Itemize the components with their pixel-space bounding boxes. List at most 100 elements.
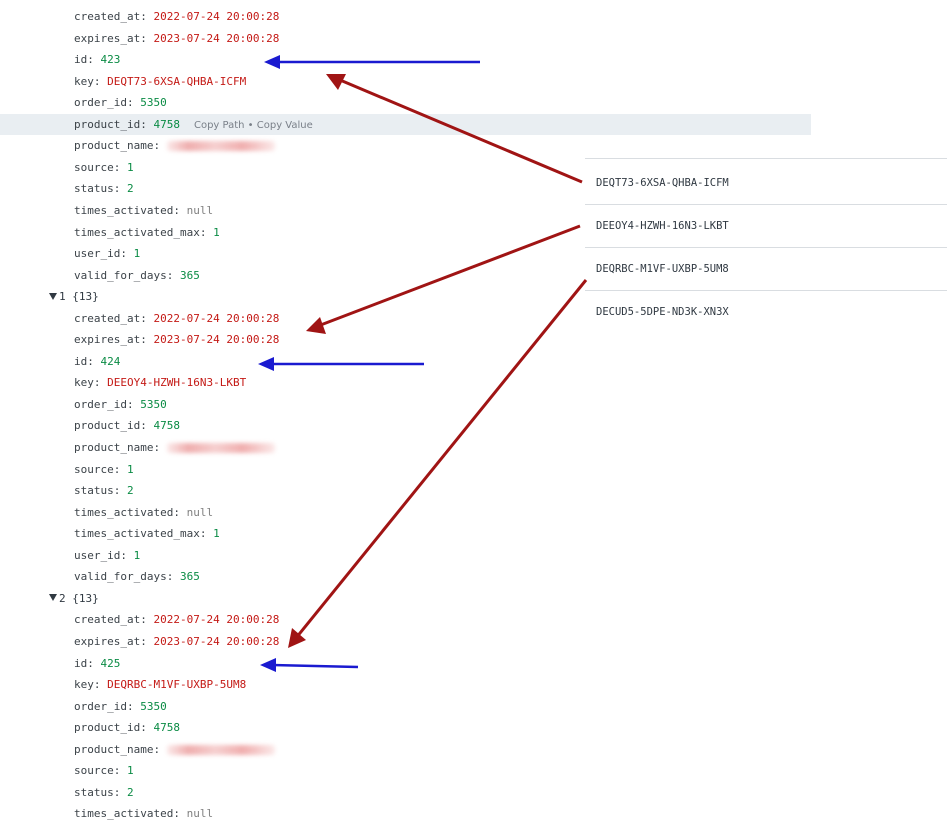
property-value[interactable]: 423 — [101, 53, 121, 66]
property-key: key — [74, 376, 94, 390]
json-property-row[interactable]: source: 1 — [0, 760, 811, 782]
key-separator: : — [140, 613, 154, 627]
json-property-row[interactable]: status: 2 — [0, 480, 811, 502]
array-index: 2 — [59, 591, 66, 605]
property-value[interactable]: null — [187, 506, 214, 519]
property-value[interactable]: 5350 — [140, 96, 167, 109]
key-separator: : — [173, 807, 187, 821]
redacted-value — [166, 141, 275, 152]
json-property-row[interactable]: times_activated: null — [0, 502, 811, 524]
json-property-row[interactable]: source: 1 — [0, 459, 811, 481]
property-value[interactable]: 2 — [127, 484, 134, 497]
property-key: times_activated — [74, 505, 174, 519]
property-value[interactable]: 4758 — [153, 721, 180, 734]
list-item[interactable]: DEEOY4-HZWH-16N3-LKBT — [585, 205, 947, 248]
property-value[interactable]: 1 — [213, 527, 220, 540]
key-separator: : — [93, 376, 108, 390]
property-key: created_at — [74, 613, 141, 627]
expand-triangle-icon[interactable] — [49, 594, 57, 602]
property-value[interactable]: 1 — [213, 226, 220, 239]
json-property-row[interactable]: times_activated: null — [0, 803, 811, 825]
property-value[interactable]: 2 — [127, 182, 134, 195]
property-key: order_id — [74, 96, 127, 110]
json-property-row[interactable]: product_id: 4758 — [0, 717, 811, 739]
key-separator: : — [113, 484, 127, 498]
key-separator: : — [140, 333, 154, 347]
json-property-row[interactable]: created_at: 2022-07-24 20:00:28 — [0, 609, 811, 631]
json-property-row[interactable]: valid_for_days: 365 — [0, 566, 811, 588]
property-value[interactable]: 1 — [127, 764, 134, 777]
property-value[interactable]: 1 — [134, 549, 141, 562]
list-item[interactable]: DEQT73-6XSA-QHBA-ICFM — [585, 162, 947, 205]
key-separator: : — [126, 397, 141, 411]
list-item[interactable]: DEQRBC-M1VF-UXBP-5UM8 — [585, 248, 947, 291]
json-property-row[interactable]: product_id: 4758 — [0, 415, 811, 437]
json-property-row[interactable]: order_id: 5350 — [0, 696, 811, 718]
property-key: key — [74, 74, 94, 88]
expand-triangle-icon[interactable] — [49, 292, 57, 300]
property-key: order_id — [74, 397, 127, 411]
property-value[interactable]: 2023-07-24 20:00:28 — [153, 32, 279, 45]
copy-actions[interactable]: Copy Path • Copy Value — [194, 120, 313, 131]
key-separator: : — [166, 268, 180, 282]
key-separator: : — [93, 74, 108, 88]
property-value[interactable]: null — [187, 204, 214, 217]
property-key: product_name — [74, 441, 154, 454]
property-value[interactable]: 424 — [101, 355, 121, 368]
json-property-row[interactable]: expires_at: 2023-07-24 20:00:28 — [0, 631, 811, 653]
property-value[interactable]: DEQT73-6XSA-QHBA-ICFM — [107, 75, 246, 88]
property-count: {13} — [72, 290, 99, 304]
property-value[interactable]: null — [187, 807, 214, 820]
property-value[interactable]: 4758 — [153, 419, 180, 432]
property-key: created_at — [74, 311, 141, 325]
property-value[interactable]: 2022-07-24 20:00:28 — [153, 10, 279, 23]
property-key: id — [74, 53, 88, 67]
property-value[interactable]: 2022-07-24 20:00:28 — [153, 613, 279, 626]
list-item[interactable]: DECUD5-5DPE-ND3K-XN3X — [585, 291, 947, 334]
key-separator: : — [113, 160, 127, 174]
redacted-value — [166, 443, 275, 453]
json-property-row[interactable]: user_id: 1 — [0, 545, 811, 567]
property-key: times_activated_max — [74, 527, 200, 541]
key-separator: : — [153, 139, 167, 153]
key-separator: : — [140, 634, 154, 648]
json-property-row[interactable]: product_name: — [0, 437, 811, 459]
property-value[interactable]: 365 — [180, 269, 200, 282]
property-key: valid_for_days — [74, 570, 167, 584]
property-value[interactable]: 2022-07-24 20:00:28 — [153, 312, 279, 325]
property-key: user_id — [74, 247, 121, 261]
property-value[interactable]: 365 — [180, 570, 200, 583]
json-property-row[interactable]: id: 425 — [0, 653, 811, 675]
property-value[interactable]: 4758 — [153, 118, 180, 131]
property-key: status — [74, 484, 114, 498]
json-property-row[interactable]: expires_at: 2023-07-24 20:00:28 — [0, 28, 811, 50]
key-separator: : — [140, 31, 154, 45]
redacted-value — [166, 744, 275, 755]
json-property-row[interactable]: times_activated_max: 1 — [0, 523, 811, 545]
array-item-header[interactable]: 2 {13} — [0, 588, 786, 610]
property-value[interactable]: 2 — [127, 786, 134, 799]
json-property-row[interactable]: key: DEQRBC-M1VF-UXBP-5UM8 — [0, 674, 811, 696]
json-property-row[interactable]: id: 423 — [0, 49, 811, 71]
json-property-row[interactable]: created_at: 2022-07-24 20:00:28 — [0, 6, 811, 28]
json-property-row[interactable]: order_id: 5350 — [0, 92, 811, 114]
json-property-row[interactable]: order_id: 5350 — [0, 394, 811, 416]
property-value[interactable]: DEEOY4-HZWH-16N3-LKBT — [107, 376, 246, 389]
json-property-row[interactable]: product_name: — [0, 739, 811, 761]
property-value[interactable]: 1 — [134, 247, 141, 260]
json-property-row[interactable]: key: DEQT73-6XSA-QHBA-ICFM — [0, 71, 811, 93]
json-property-row[interactable]: product_id: 4758 Copy Path • Copy Value — [0, 113, 811, 136]
property-value[interactable]: 1 — [127, 161, 134, 174]
property-value[interactable]: 5350 — [140, 700, 167, 713]
property-value[interactable]: 2023-07-24 20:00:28 — [153, 635, 279, 648]
property-value[interactable]: 1 — [127, 463, 134, 476]
key-separator: : — [140, 117, 154, 131]
property-value[interactable]: DEQRBC-M1VF-UXBP-5UM8 — [107, 678, 246, 691]
key-separator: : — [140, 10, 154, 23]
property-value[interactable]: 2023-07-24 20:00:28 — [153, 333, 279, 346]
json-property-row[interactable]: key: DEEOY4-HZWH-16N3-LKBT — [0, 372, 811, 394]
property-key: expires_at — [74, 333, 141, 347]
property-value[interactable]: 425 — [101, 657, 121, 670]
json-property-row[interactable]: status: 2 — [0, 782, 811, 804]
property-value[interactable]: 5350 — [140, 398, 167, 411]
